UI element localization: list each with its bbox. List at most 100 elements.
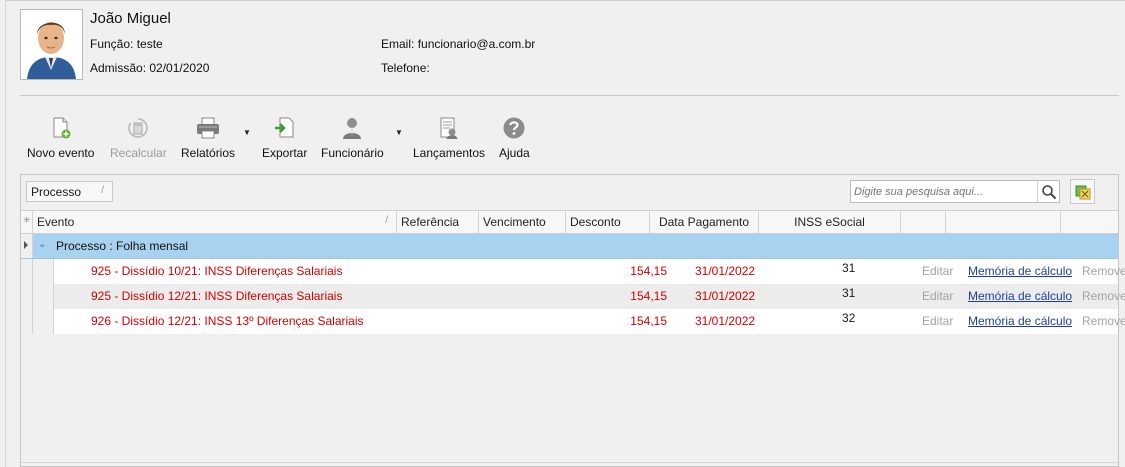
person-icon	[343, 118, 362, 139]
group-label: Processo : Folha mensal	[56, 239, 189, 253]
editar-link[interactable]: Editar	[922, 314, 953, 328]
col-action-3	[1061, 211, 1118, 234]
memoria-calculo-link[interactable]: Memória de cálculo	[968, 264, 1072, 278]
events-grid: ✳ Evento / Referência Vencimento Descont…	[21, 210, 1125, 334]
search-box	[850, 180, 1060, 203]
employee-avatar	[20, 9, 83, 80]
relatorios-button[interactable]: Relatórios	[181, 115, 235, 161]
col-referencia-label: Referência	[401, 215, 460, 229]
col-action-2	[946, 211, 1061, 234]
col-evento[interactable]: Evento /	[33, 211, 397, 234]
table-row[interactable]: 925 - Dissídio 12/21: INSS Diferenças Sa…	[21, 284, 1125, 309]
col-inss-esocial[interactable]: INSS eSocial	[759, 211, 901, 234]
editar-link[interactable]: Editar	[922, 264, 953, 278]
search-icon	[1041, 184, 1056, 199]
col-action-1	[901, 211, 946, 234]
funcionario-button[interactable]: Funcionário	[321, 115, 384, 161]
col-desconto-label: Desconto	[570, 215, 621, 229]
search-button[interactable]	[1037, 181, 1059, 202]
table-row[interactable]: 926 - Dissídio 12/21: INSS 13º Diferença…	[21, 309, 1125, 334]
funcao-value: teste	[136, 37, 163, 51]
funcionario-dropdown-icon[interactable]: ▼	[395, 128, 403, 137]
desconto-cell: 154,15	[630, 314, 667, 328]
evento-cell: 925 - Dissídio 12/21: INSS Diferenças Sa…	[91, 289, 343, 303]
sort-icon: /	[385, 215, 388, 226]
ajuda-button[interactable]: Ajuda	[499, 115, 530, 161]
header-indicator-icon: ✳	[21, 211, 33, 234]
table-row[interactable]: 925 - Dissídio 10/21: INSS Diferenças Sa…	[21, 259, 1125, 284]
data-pagamento-cell: 31/01/2022	[695, 314, 756, 328]
funcionario-label: Funcionário	[321, 146, 384, 160]
row-indent	[33, 309, 54, 334]
editar-link[interactable]: Editar	[922, 289, 953, 303]
desconto-cell: 154,15	[630, 264, 667, 278]
col-data-pagamento-label: Data Pagamento	[658, 215, 750, 229]
novo-evento-label: Novo evento	[27, 146, 95, 160]
evento-cell: 925 - Dissídio 10/21: INSS Diferenças Sa…	[91, 264, 343, 278]
col-evento-label: Evento	[37, 215, 75, 229]
user-avatar-icon	[21, 10, 82, 79]
col-desconto[interactable]: Desconto	[566, 211, 650, 234]
group-by-label: Processo	[31, 185, 82, 199]
col-referencia[interactable]: Referência	[397, 211, 479, 234]
remover-link[interactable]: Remover	[1082, 264, 1125, 278]
remover-link[interactable]: Remover	[1082, 314, 1125, 328]
exportar-button[interactable]: Exportar	[262, 115, 307, 161]
col-data-pagamento[interactable]: Data Pagamento	[650, 211, 759, 234]
help-icon	[503, 117, 525, 139]
events-panel: Processo / ✳ Evento / Referência Vencime…	[20, 174, 1125, 467]
novo-evento-button[interactable]: Novo evento	[27, 115, 94, 161]
current-row-icon	[24, 241, 28, 249]
admissao-value: 02/01/2020	[149, 61, 210, 75]
inss-esocial-cell: 32	[842, 311, 856, 325]
window-left-edge	[0, 0, 6, 467]
printer-icon	[197, 117, 220, 139]
remover-link[interactable]: Remover	[1082, 289, 1125, 303]
funcao-field: Função: teste	[90, 37, 163, 51]
row-indicator	[21, 259, 33, 284]
window-top-border	[6, 0, 1125, 1]
lancamentos-button[interactable]: Lançamentos	[413, 115, 485, 161]
memoria-calculo-link[interactable]: Memória de cálculo	[968, 314, 1072, 328]
entries-icon	[440, 117, 458, 139]
memoria-calculo-link[interactable]: Memória de cálculo	[968, 289, 1072, 303]
recalcular-button[interactable]: Recalcular	[110, 115, 167, 161]
group-row-folha-mensal[interactable]: ⌄ Processo : Folha mensal	[21, 234, 1118, 259]
row-indent	[33, 259, 54, 284]
search-input[interactable]	[851, 181, 1037, 202]
telefone-label: Telefone:	[381, 61, 430, 75]
telefone-field: Telefone:	[381, 61, 430, 75]
grid-footer-border	[21, 462, 1118, 463]
header-separator	[20, 95, 1119, 96]
chevron-down-icon[interactable]: ⌄	[38, 239, 46, 250]
row-indicator	[21, 309, 33, 334]
export-excel-button[interactable]	[1070, 179, 1095, 204]
exportar-label: Exportar	[262, 146, 308, 160]
desconto-cell: 154,15	[630, 289, 667, 303]
inss-esocial-cell: 31	[842, 261, 856, 275]
row-indicator	[21, 234, 33, 258]
relatorios-dropdown-icon[interactable]: ▼	[243, 128, 251, 137]
inss-esocial-cell: 31	[842, 286, 856, 300]
evento-cell: 926 - Dissídio 12/21: INSS 13º Diferença…	[91, 314, 364, 328]
email-label: Email:	[381, 37, 415, 51]
email-value: funcionario@a.com.br	[417, 37, 536, 51]
admissao-label: Admissão:	[90, 61, 147, 75]
relatorios-label: Relatórios	[181, 146, 236, 160]
data-pagamento-cell: 31/01/2022	[695, 289, 756, 303]
lancamentos-label: Lançamentos	[413, 146, 486, 160]
row-indent	[33, 284, 54, 309]
admissao-field: Admissão: 02/01/2020	[90, 61, 209, 75]
sort-icon: /	[101, 185, 104, 196]
email-field: Email: funcionario@a.com.br	[381, 37, 535, 51]
col-inss-esocial-label: INSS eSocial	[794, 215, 865, 229]
funcao-label: Função:	[90, 37, 134, 51]
export-icon	[274, 117, 294, 138]
row-indicator	[21, 284, 33, 309]
excel-export-icon	[1075, 185, 1090, 199]
calculator-icon	[128, 118, 149, 138]
col-vencimento-label: Vencimento	[483, 215, 546, 229]
group-by-processo-chip[interactable]: Processo /	[26, 181, 113, 202]
ajuda-label: Ajuda	[499, 146, 530, 160]
col-vencimento[interactable]: Vencimento	[479, 211, 566, 234]
